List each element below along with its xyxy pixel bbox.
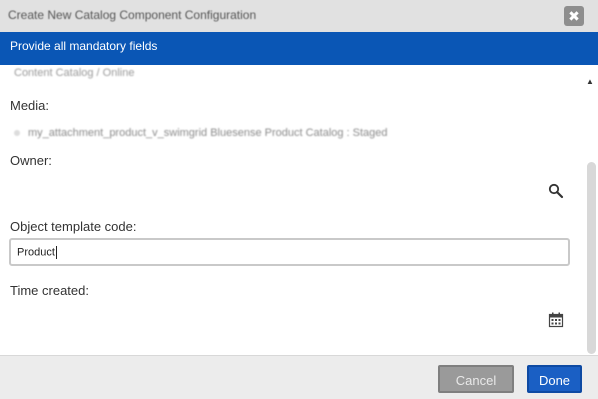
time-created-label: Time created: (10, 283, 89, 298)
calendar-icon[interactable] (548, 312, 564, 328)
object-template-code-input[interactable]: Product (9, 238, 570, 266)
media-list-item[interactable]: my_attachment_product_v_swimgrid Bluesen… (14, 127, 388, 139)
owner-label: Owner: (10, 153, 52, 168)
media-label: Media: (10, 98, 50, 113)
validation-banner: Provide all mandatory fields (0, 32, 598, 65)
form-scroll-area: Content Catalog / Online Media: my_attac… (0, 65, 598, 355)
close-button[interactable]: ✖ (564, 6, 584, 26)
search-icon[interactable] (548, 183, 564, 199)
close-icon: ✖ (568, 8, 580, 24)
object-template-code-label: Object template code: (10, 219, 137, 234)
cancel-button[interactable]: Cancel (438, 365, 514, 393)
media-item-text: my_attachment_product_v_swimgrid Bluesen… (28, 127, 388, 139)
dialog-footer: Cancel Done (0, 355, 598, 399)
validation-message: Provide all mandatory fields (10, 39, 158, 53)
text-caret (55, 246, 57, 259)
vertical-scrollbar[interactable] (587, 162, 596, 354)
media-bullet (14, 130, 20, 137)
done-button[interactable]: Done (527, 365, 582, 393)
object-template-code-value: Product (17, 246, 55, 259)
dialog-titlebar: Create New Catalog Component Configurati… (0, 0, 598, 33)
dialog-title: Create New Catalog Component Configurati… (8, 8, 257, 22)
previous-field-value: Content Catalog / Online (14, 67, 135, 79)
scroll-up-icon[interactable]: ▲ (586, 78, 594, 86)
